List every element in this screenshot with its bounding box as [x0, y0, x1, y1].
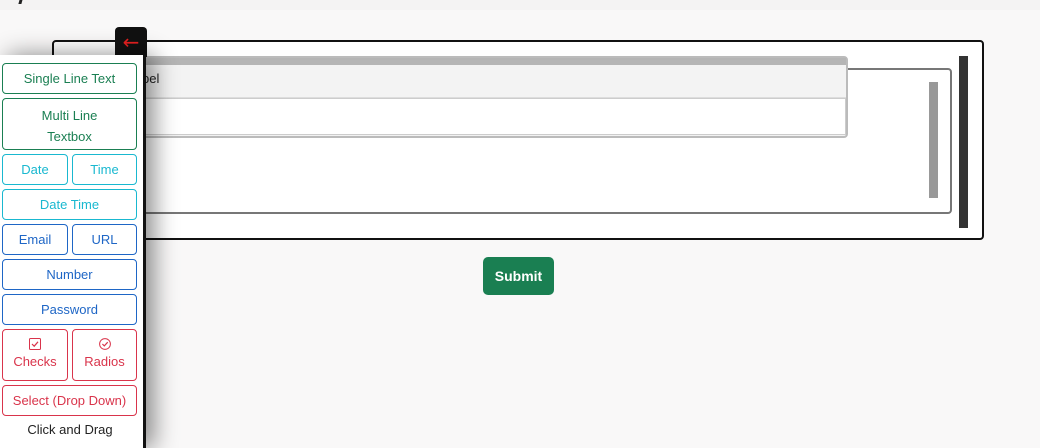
collapse-toolbox-button[interactable]: ←	[115, 27, 147, 57]
tool-label: URL	[91, 232, 118, 247]
tool-single-line-text[interactable]: Single Line Text	[2, 63, 137, 94]
tool-multi-line-textbox[interactable]: Multi Line Textbox	[2, 98, 137, 150]
drag-hint-text: Click and Drag	[27, 422, 113, 437]
tool-label: Email	[18, 232, 52, 247]
section-scrollbar[interactable]	[929, 82, 938, 198]
tool-label: Select (Drop Down)	[12, 393, 127, 408]
tool-label: Single Line Text	[23, 71, 116, 86]
checkbox-icon	[29, 338, 41, 350]
tool-label: Multi Line	[41, 108, 98, 123]
radio-check-icon	[98, 338, 111, 350]
tool-label: Date Time	[39, 197, 100, 212]
toolbox-panel: Single Line Text Multi Line Textbox Date…	[0, 55, 146, 448]
tool-url[interactable]: URL	[72, 224, 137, 255]
form-field-card[interactable]: bel	[70, 56, 848, 138]
field-drag-handle[interactable]	[72, 58, 846, 65]
submit-button[interactable]: Submit	[483, 257, 554, 295]
tool-password[interactable]: Password	[2, 294, 137, 325]
canvas-scrollbar[interactable]	[959, 56, 968, 228]
arrow-left-icon: ←	[122, 30, 140, 54]
tool-radios[interactable]: Radios	[72, 329, 137, 381]
tool-date-time[interactable]: Date Time	[2, 189, 137, 220]
tool-label: Radios	[84, 354, 125, 369]
field-input-preview[interactable]	[72, 98, 846, 135]
header-glyph	[12, 0, 25, 4]
tool-checks[interactable]: Checks	[2, 329, 68, 381]
tool-email[interactable]: Email	[2, 224, 68, 255]
tool-date[interactable]: Date	[2, 154, 68, 185]
tool-label: Textbox	[47, 129, 92, 144]
tool-label: Password	[40, 302, 99, 317]
tool-label: Date	[21, 162, 49, 177]
tool-label: Number	[46, 267, 93, 282]
tool-label: Time	[90, 162, 119, 177]
tool-label: Checks	[13, 354, 57, 369]
top-bar	[0, 0, 1040, 10]
field-label-row: bel	[72, 65, 846, 98]
tool-number[interactable]: Number	[2, 259, 137, 290]
tool-time[interactable]: Time	[72, 154, 137, 185]
tool-select-dropdown[interactable]: Select (Drop Down)	[2, 385, 137, 416]
